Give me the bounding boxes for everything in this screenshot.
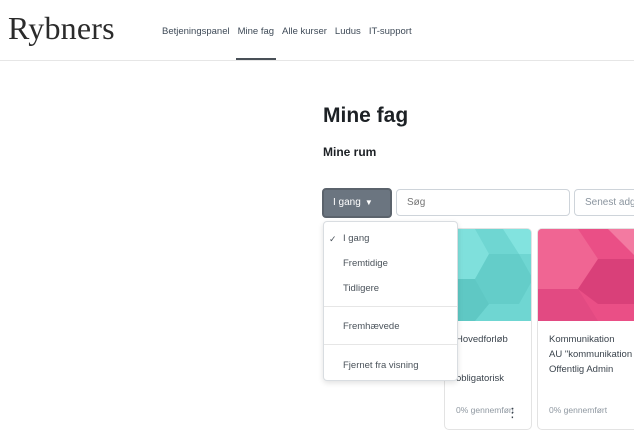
nav-item-it-support[interactable]: IT-support bbox=[365, 0, 416, 60]
course-card[interactable]: Kommunikation AU "kommunikation Offentli… bbox=[537, 228, 634, 430]
nav-item-dashboard[interactable]: Betjeningspanel bbox=[158, 0, 234, 60]
dropdown-divider bbox=[324, 344, 457, 345]
chevron-down-icon: ▼ bbox=[364, 198, 373, 207]
dropdown-item-future[interactable]: Fremtidige bbox=[324, 253, 457, 275]
status-filter-button[interactable]: I gang ▼ bbox=[322, 188, 392, 218]
dropdown-item-hidden[interactable]: Fjernet fra visning bbox=[324, 355, 457, 377]
top-navbar: Rybners Betjeningspanel Mine fag Alle ku… bbox=[0, 0, 634, 61]
dropdown-item-in-progress[interactable]: ✓ I gang bbox=[324, 228, 457, 250]
nav-item-all-courses[interactable]: Alle kurser bbox=[278, 0, 331, 60]
course-title-line3: Offentlig Admin bbox=[549, 364, 614, 375]
check-icon: ✓ bbox=[329, 234, 337, 244]
dropdown-item-starred[interactable]: Fremhævede bbox=[324, 316, 457, 338]
course-title-line1[interactable]: Kommunikation bbox=[549, 334, 614, 345]
course-image bbox=[538, 229, 634, 321]
dropdown-divider bbox=[324, 306, 457, 307]
main-nav: Betjeningspanel Mine fag Alle kurser Lud… bbox=[158, 0, 416, 60]
status-filter-label: I gang bbox=[333, 197, 361, 208]
section-title: Mine rum bbox=[323, 145, 377, 159]
course-title-line2: obligatorisk bbox=[456, 373, 505, 384]
course-menu-icon[interactable]: ⋮ bbox=[506, 405, 519, 421]
nav-item-my-courses[interactable]: Mine fag bbox=[234, 0, 278, 60]
course-title-line1[interactable]: Hovedforløb bbox=[456, 334, 508, 345]
status-dropdown-menu: ✓ I gang Fremtidige Tidligere Fremhævede… bbox=[323, 221, 458, 381]
search-input[interactable] bbox=[396, 189, 570, 216]
site-logo[interactable]: Rybners bbox=[8, 10, 115, 47]
course-progress: 0% gennemført bbox=[549, 405, 608, 415]
nav-item-ludus[interactable]: Ludus bbox=[331, 0, 365, 60]
dropdown-item-past[interactable]: Tidligere bbox=[324, 278, 457, 300]
page-title: Mine fag bbox=[323, 104, 409, 127]
course-title-line2: AU "kommunikation bbox=[549, 349, 633, 360]
sort-select[interactable]: Senest adgang bbox=[574, 189, 634, 216]
